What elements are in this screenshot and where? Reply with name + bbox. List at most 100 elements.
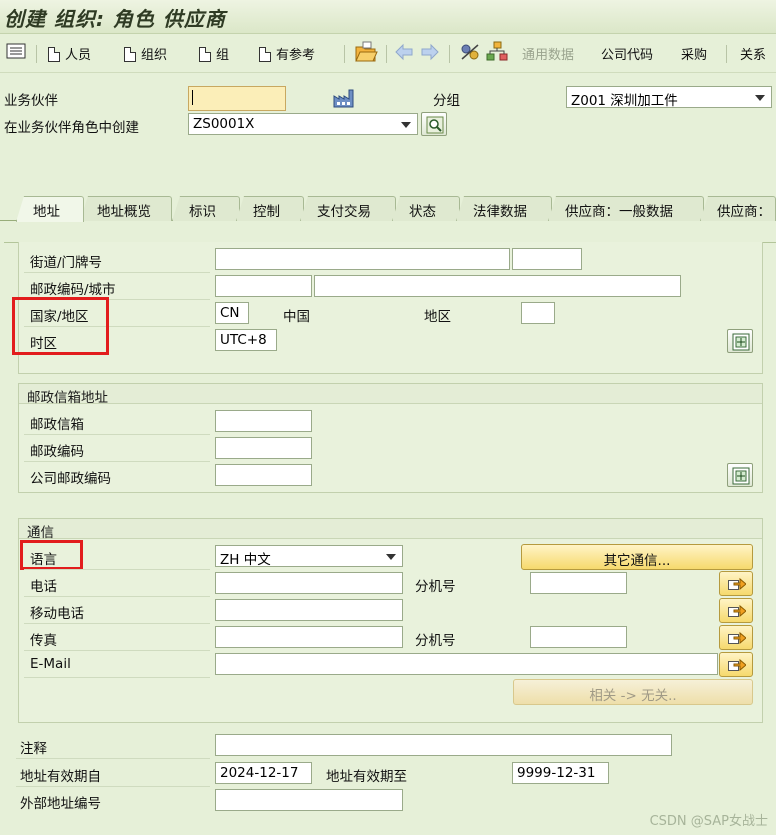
grouping-label: 分组 — [433, 93, 460, 109]
fax-extension-label: 分机号 — [415, 633, 456, 649]
row-divider — [24, 623, 210, 624]
tab-address[interactable]: 地址 — [16, 196, 84, 222]
tab-identification[interactable]: 标识 — [172, 196, 240, 221]
back-arrow-icon[interactable] — [394, 43, 414, 63]
watermark: CSDN @SAP女战士 — [649, 814, 768, 829]
email-more-button[interactable] — [719, 652, 753, 677]
phone-extension-input[interactable] — [530, 572, 627, 594]
row-divider — [24, 596, 210, 597]
pobox-input[interactable] — [215, 410, 312, 432]
region-label: 地区 — [424, 309, 451, 325]
tab-status[interactable]: 状态 — [392, 196, 460, 221]
postal-code-input[interactable] — [215, 275, 312, 297]
tab-legal-data[interactable]: 法律数据 — [456, 196, 552, 221]
general-data-button[interactable]: 通用数据 — [522, 44, 574, 64]
row-divider — [16, 758, 210, 759]
arrow-right-icon — [728, 577, 746, 591]
company-postal-input[interactable] — [215, 464, 312, 486]
role-select[interactable]: ZS0001X — [188, 113, 418, 135]
role-search-button[interactable] — [421, 112, 447, 136]
grouping-select[interactable]: Z001 深圳加工件 — [566, 86, 772, 108]
city-input[interactable] — [314, 275, 681, 297]
document-icon — [124, 47, 136, 62]
business-partner-input[interactable] — [188, 86, 286, 111]
document-icon — [48, 47, 60, 62]
fax-label: 传真 — [30, 633, 57, 649]
tab-payment[interactable]: 支付交易 — [300, 196, 396, 221]
valid-to-label: 地址有效期至 — [326, 769, 407, 785]
highlight-country-timezone — [12, 297, 109, 355]
pobox-postal-input[interactable] — [215, 437, 312, 459]
pobox-group: 邮政信箱地址 — [18, 383, 763, 493]
arrow-right-icon — [728, 631, 746, 645]
pobox-detail-button[interactable] — [727, 463, 753, 487]
company-postal-label: 公司邮政编码 — [30, 471, 111, 487]
mobile-input[interactable] — [215, 599, 403, 621]
group-button[interactable]: 组 — [199, 44, 229, 64]
with-reference-button[interactable]: 有参考 — [259, 44, 315, 64]
region-input[interactable] — [521, 302, 555, 324]
pobox-label: 邮政信箱 — [30, 417, 84, 433]
fax-input[interactable] — [215, 626, 403, 648]
mobile-more-button[interactable] — [719, 598, 753, 623]
company-code-button[interactable]: 公司代码 — [601, 44, 653, 64]
relations-button[interactable]: 关系 — [740, 44, 766, 64]
create-in-role-label: 在业务伙伴角色中创建 — [4, 120, 139, 136]
open-folder-icon[interactable] — [354, 41, 378, 62]
country-input[interactable]: CN — [215, 302, 249, 324]
person-label: 人员 — [65, 48, 92, 63]
hierarchy-icon[interactable] — [486, 41, 508, 61]
document-icon — [259, 47, 271, 62]
document-icon — [199, 47, 211, 62]
list-icon[interactable] — [6, 43, 26, 63]
tab-address-overview[interactable]: 地址概览 — [80, 196, 172, 221]
notes-label: 注释 — [20, 741, 47, 757]
row-divider — [24, 272, 210, 273]
row-divider — [24, 569, 210, 570]
phone-input[interactable] — [215, 572, 403, 594]
street-label: 街道/门牌号 — [30, 255, 103, 271]
related-to-unrelated-button[interactable]: 相关 -> 无关.. — [513, 679, 753, 705]
valid-from-label: 地址有效期自 — [20, 769, 101, 785]
postal-city-label: 邮政编码/城市 — [30, 282, 116, 298]
settings-tools-icon[interactable] — [458, 41, 482, 61]
language-select[interactable]: ZH 中文 — [215, 545, 403, 567]
organization-button[interactable]: 组织 — [124, 44, 167, 64]
tab-control[interactable]: 控制 — [236, 196, 304, 221]
street-input[interactable] — [215, 248, 510, 270]
row-divider — [24, 434, 210, 435]
row-divider — [16, 786, 210, 787]
external-address-input[interactable] — [215, 789, 403, 811]
valid-to-input[interactable]: 9999-12-31 — [512, 762, 609, 784]
mobile-label: 移动电话 — [30, 606, 84, 622]
phone-extension-label: 分机号 — [415, 579, 456, 595]
organization-label: 组织 — [141, 48, 168, 63]
fax-more-button[interactable] — [719, 625, 753, 650]
timezone-input[interactable]: UTC+8 — [215, 329, 277, 351]
person-button[interactable]: 人员 — [48, 44, 91, 64]
phone-label: 电话 — [30, 579, 57, 595]
expand-detail-icon — [732, 333, 750, 351]
pobox-group-title: 邮政信箱地址 — [19, 384, 762, 406]
pobox-postal-label: 邮政编码 — [30, 444, 84, 460]
other-communication-button[interactable]: 其它通信... — [521, 544, 753, 570]
arrow-right-icon — [728, 658, 746, 672]
phone-more-button[interactable] — [719, 571, 753, 596]
country-name: 中国 — [283, 309, 310, 325]
tab-vendor-general[interactable]: 供应商：一般数据 — [548, 196, 704, 221]
notes-input[interactable] — [215, 734, 672, 756]
email-input[interactable] — [215, 653, 718, 675]
arrow-right-icon — [728, 604, 746, 618]
purchasing-button[interactable]: 采购 — [681, 44, 707, 64]
magnifier-icon — [426, 116, 444, 134]
address-detail-button[interactable] — [727, 329, 753, 353]
factory-icon[interactable] — [333, 88, 355, 112]
tab-vendor-more[interactable]: 供应商： — [700, 196, 776, 221]
highlight-language — [20, 540, 83, 570]
row-divider — [24, 677, 210, 678]
valid-from-input[interactable]: 2024-12-17 — [215, 762, 312, 784]
fax-extension-input[interactable] — [530, 626, 627, 648]
forward-arrow-icon[interactable] — [420, 43, 440, 63]
house-number-input[interactable] — [512, 248, 582, 270]
text-cursor — [192, 90, 193, 105]
